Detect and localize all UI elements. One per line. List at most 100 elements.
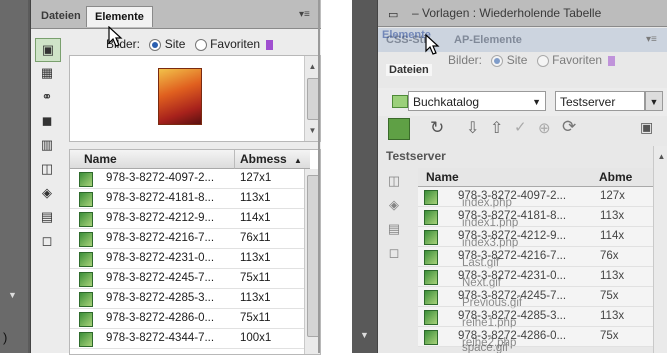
- file-dimensions: 113x1: [240, 292, 271, 304]
- file-dimensions: 76x: [600, 250, 619, 262]
- radio-site-ghost[interactable]: [491, 54, 504, 67]
- put-files-icon[interactable]: ⇧: [490, 118, 503, 138]
- radio-favoriten-label-ghost: Favoriten: [552, 53, 603, 67]
- site-selector-row: Buchkatalog ▼ Testserver ▼: [378, 88, 667, 116]
- table-row[interactable]: 978-3-8272-4344-7... 100x1: [70, 329, 304, 349]
- image-file-icon: [424, 250, 438, 265]
- column-size-label: Abmess: [240, 152, 287, 166]
- file-name: 978-3-8272-4097-2...: [106, 172, 215, 184]
- left-outer-down-arrow[interactable]: ▼: [8, 290, 17, 300]
- server-select[interactable]: Testserver: [555, 91, 645, 111]
- file-name: 978-3-8272-4285-3...: [106, 292, 215, 304]
- table-row[interactable]: 978-3-8272-4231-0... 113x1: [70, 249, 304, 269]
- library-category-icon[interactable]: ▤: [35, 206, 59, 228]
- radio-site[interactable]: [149, 38, 162, 51]
- table-row[interactable]: 978-3-8272-4245-7... 75x11: [70, 269, 304, 289]
- table-row[interactable]: 978-3-8272-4216-7... 76x11: [70, 229, 304, 249]
- edge-character: ): [3, 330, 8, 345]
- image-file-icon: [424, 270, 438, 285]
- radio-favoriten-label: Favoriten: [210, 37, 261, 51]
- file-dimensions: 113x1: [240, 252, 271, 264]
- image-file-icon: [79, 232, 93, 247]
- table-row[interactable]: 978-3-8272-4285-3... 113x1: [70, 289, 304, 309]
- left-scrollbar-outer[interactable]: ▼: [0, 0, 28, 353]
- refresh-icon[interactable]: ↻: [430, 118, 444, 138]
- table-row[interactable]: 978-3-8272-4216-7... Last.gif 76x: [418, 247, 653, 269]
- image-file-icon: [79, 212, 93, 227]
- table-row[interactable]: 978-3-8272-4285-3... reihe1.php 113x: [418, 307, 653, 329]
- image-file-icon: [79, 192, 93, 207]
- panel-menu-icon-back[interactable]: ▾≡: [646, 34, 657, 45]
- table-row[interactable]: 978-3-8272-4245-7... Previous.gif 75x: [418, 287, 653, 309]
- vorlagen-text: – Vorlagen : Wiederholende Tabelle: [412, 6, 602, 20]
- table-row[interactable]: 978-3-8272-4097-2... 127x1: [70, 169, 304, 189]
- scripts-category-icon[interactable]: ◫: [35, 158, 59, 180]
- radio-favoriten-ghost[interactable]: [536, 54, 549, 67]
- table-row[interactable]: 978-3-8272-4286-0... reihe2.php 75x: [418, 327, 653, 349]
- radio-site-label-ghost: Site: [506, 53, 528, 67]
- column-name-header[interactable]: Name: [70, 150, 244, 169]
- panel-menu-icon[interactable]: ▾≡: [299, 9, 310, 20]
- right-scroll-up[interactable]: ▲: [654, 150, 667, 164]
- tab-dateien[interactable]: Dateien: [33, 6, 89, 26]
- tab-ap-elemente[interactable]: AP-Elemente: [454, 34, 522, 46]
- server-select-arrow[interactable]: ▼: [645, 91, 663, 111]
- file-name: 978-3-8272-4181-8...: [106, 192, 215, 204]
- right-column-size-header[interactable]: Abme: [594, 168, 659, 187]
- file-dimensions: 113x: [600, 210, 625, 222]
- check-out-icon[interactable]: ✓: [514, 118, 527, 136]
- get-files-icon[interactable]: ⇩: [466, 118, 479, 138]
- right-outer-scrollbar[interactable]: ▼: [360, 330, 369, 340]
- book-cover-thumbnail: [158, 68, 202, 125]
- table-row[interactable]: 978-3-8272-4231-0... Next.gif 113x: [418, 267, 653, 289]
- templates-category-icon[interactable]: ◈: [35, 182, 59, 204]
- bookmark-icon: [266, 39, 274, 50]
- bilder-label-ghost: Bilder:: [448, 53, 483, 67]
- table-row[interactable]: 978-3-8272-4212-9... 114x1: [70, 209, 304, 229]
- right-list-scrollbar[interactable]: ▲: [653, 146, 667, 353]
- connect-icon[interactable]: [388, 118, 410, 140]
- image-file-icon: [79, 312, 93, 327]
- colors-category-icon[interactable]: ▦: [35, 62, 59, 84]
- layout-icon[interactable]: ▭: [388, 8, 398, 21]
- radio-favoriten[interactable]: [194, 38, 207, 51]
- files-toolbar: ↻ ⇩ ⇧ ✓ ⊕ ⟳ ▣: [378, 116, 667, 142]
- server-select-value: Testserver: [560, 95, 616, 109]
- file-dimensions: 127x1: [240, 172, 272, 184]
- table-row[interactable]: 978-3-8272-4097-2... index.php 127x: [418, 187, 653, 209]
- image-file-icon: [79, 172, 93, 187]
- column-size-header[interactable]: Abmess ▲: [234, 150, 310, 169]
- image-file-icon: [79, 292, 93, 307]
- snippets-category-icon[interactable]: ◻: [35, 230, 59, 252]
- tab-elemente[interactable]: Elemente: [86, 6, 153, 27]
- tail-overlay: space.gif: [462, 342, 509, 353]
- table-row[interactable]: 978-3-8272-4212-9... index3.php 114x: [418, 227, 653, 249]
- links-category-icon[interactable]: ⚭: [35, 86, 59, 108]
- sort-arrow-icon: ▲: [294, 156, 302, 165]
- mouse-cursor-icon-right: [425, 34, 440, 55]
- file-name: 978-3-8272-4212-9...: [106, 212, 215, 224]
- images-category-icon[interactable]: ▣: [35, 38, 61, 62]
- right-column-name-header[interactable]: Name: [418, 168, 606, 187]
- expand-icon[interactable]: ▣: [640, 119, 653, 136]
- left-tabstrip: Dateien Elemente ▾≡: [31, 0, 321, 29]
- table-row[interactable]: 978-3-8272-4181-8... index1.php 113x: [418, 207, 653, 229]
- flash-category-icon[interactable]: ◼: [35, 110, 59, 132]
- file-dimensions: 75x11: [240, 272, 271, 284]
- tab-elemente-ghost[interactable]: Elemente: [382, 29, 431, 41]
- left-panel-right-edge: [318, 0, 320, 353]
- sync-icon[interactable]: ⟳: [562, 117, 576, 137]
- bilder-filter: Bilder: Site Favoriten: [106, 37, 274, 51]
- site-select[interactable]: Buchkatalog ▼: [408, 91, 546, 111]
- check-in-icon[interactable]: ⊕: [538, 119, 551, 137]
- chevron-down-icon: ▼: [532, 97, 541, 107]
- table-row[interactable]: 978-3-8272-4181-8... 113x1: [70, 189, 304, 209]
- media-category-icon[interactable]: ▥: [35, 134, 59, 156]
- file-dimensions: 100x1: [240, 332, 272, 344]
- left-category-strip: ▣ ▦ ⚭ ◼ ▥ ◫ ◈ ▤ ◻: [35, 38, 61, 258]
- file-dimensions: 127x: [600, 190, 625, 202]
- file-dimensions: 113x1: [240, 192, 271, 204]
- left-panel: Dateien Elemente ▾≡ ▣ ▦ ⚭ ◼ ▥ ◫ ◈ ▤ ◻ Bi…: [3, 0, 321, 355]
- table-row[interactable]: 978-3-8272-4286-0... 75x11: [70, 309, 304, 329]
- tab-dateien-active[interactable]: Dateien: [386, 64, 432, 76]
